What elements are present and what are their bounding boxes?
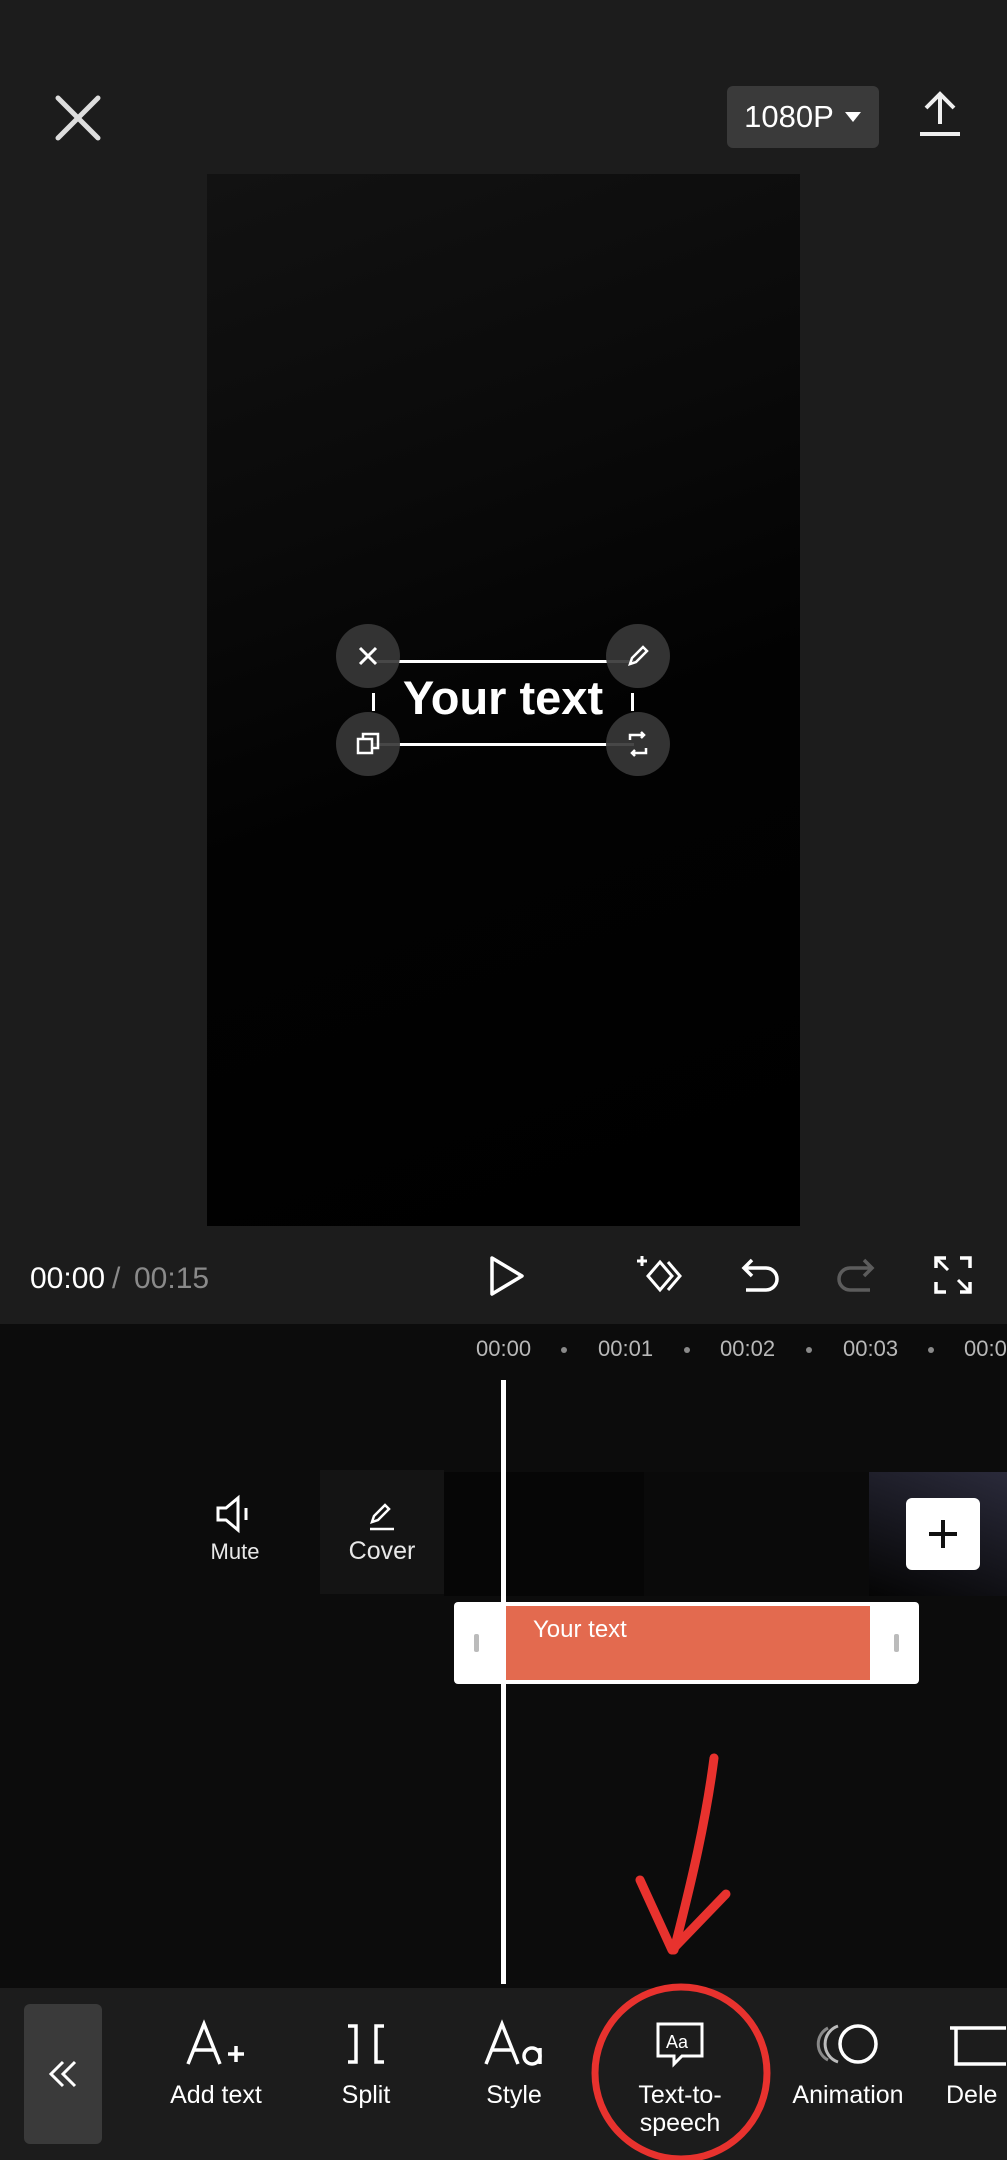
- text-to-speech-icon: Aa: [656, 2022, 704, 2068]
- tool-style[interactable]: Style: [444, 2018, 584, 2109]
- tool-label: Animation: [792, 2081, 904, 2109]
- time-ruler-tick: 00:03: [843, 1336, 899, 1361]
- animation-icon: [816, 2024, 878, 2064]
- upload-icon: [920, 91, 960, 136]
- tool-delete[interactable]: Dele: [946, 2018, 1007, 2109]
- split-icon: [348, 2024, 384, 2064]
- ruler-dot: [928, 1347, 934, 1353]
- keyframe-button[interactable]: [634, 1252, 686, 1300]
- playhead[interactable]: [501, 1380, 506, 1984]
- time-ruler-tick: 00:02: [720, 1336, 776, 1361]
- close-button[interactable]: [48, 88, 108, 148]
- tool-label: Add text: [170, 2081, 262, 2109]
- keyframe-icon: [637, 1256, 682, 1293]
- tool-animation[interactable]: Animation: [778, 2018, 918, 2109]
- ruler-dot: [561, 1347, 567, 1353]
- cover-button[interactable]: Cover: [320, 1470, 444, 1594]
- caret-down-icon: [844, 112, 861, 122]
- fullscreen-button[interactable]: [932, 1254, 974, 1296]
- play-button[interactable]: [484, 1254, 528, 1298]
- redo-button[interactable]: [834, 1254, 880, 1298]
- ruler-dot: [806, 1347, 812, 1353]
- add-text-icon: [186, 2019, 244, 2065]
- close-icon: [55, 95, 101, 141]
- redo-icon: [837, 1258, 875, 1292]
- play-icon: [490, 1256, 524, 1296]
- double-chevron-left-icon: [48, 2060, 77, 2088]
- ruler-dot: [684, 1347, 690, 1353]
- export-button[interactable]: [916, 88, 964, 140]
- delete-icon: [950, 2026, 1006, 2066]
- text-overlay[interactable]: Your text: [372, 670, 634, 725]
- rotate-scale-handle[interactable]: [606, 712, 670, 776]
- plus-icon: [929, 1520, 957, 1548]
- add-clip-button[interactable]: [906, 1498, 980, 1570]
- undo-icon: [741, 1258, 779, 1292]
- speaker-icon: [216, 1494, 248, 1534]
- cover-label: Cover: [348, 1537, 416, 1565]
- time-ruler-tick: 00:00: [476, 1336, 532, 1361]
- pencil-icon: [628, 645, 649, 666]
- resolution-dropdown[interactable]: 1080P: [727, 86, 879, 148]
- edit-overlay-handle[interactable]: [606, 624, 670, 688]
- tool-label: Text-to- speech: [638, 2081, 722, 2137]
- time-ruler-tick: 00:01: [598, 1336, 654, 1361]
- delete-overlay-handle[interactable]: [336, 624, 400, 688]
- time-ruler-tick: 00:0: [964, 1336, 1007, 1361]
- resolution-label: 1080P: [744, 99, 834, 134]
- total-time: 00:15: [134, 1262, 210, 1295]
- undo-button[interactable]: [736, 1254, 782, 1298]
- style-icon: [484, 2019, 542, 2066]
- trim-handle-left[interactable]: [474, 1634, 479, 1652]
- fullscreen-icon: [934, 1256, 972, 1294]
- tool-label: Split: [341, 2081, 391, 2109]
- close-icon: [358, 646, 378, 666]
- rotate-icon: [628, 731, 648, 757]
- tool-add-text[interactable]: Add text: [146, 2018, 286, 2109]
- trim-handle-right[interactable]: [894, 1634, 899, 1652]
- duplicate-overlay-handle[interactable]: [336, 712, 400, 776]
- collapse-toolbar-button[interactable]: [24, 2004, 102, 2144]
- tool-text-to-speech[interactable]: Aa Text-to- speech: [610, 2018, 750, 2137]
- copy-icon: [356, 732, 380, 755]
- pencil-icon: [370, 1503, 394, 1531]
- current-time: 00:00: [30, 1262, 106, 1295]
- tool-label: Style: [486, 2081, 542, 2109]
- time-separator: /: [112, 1262, 121, 1295]
- text-clip-label: Your text: [533, 1616, 627, 1643]
- tool-split[interactable]: Split: [296, 2018, 436, 2109]
- svg-text:Aa: Aa: [666, 2032, 689, 2052]
- mute-button[interactable]: Mute: [190, 1494, 280, 1584]
- tool-label: Dele: [946, 2081, 998, 2109]
- mute-label: Mute: [210, 1539, 260, 1564]
